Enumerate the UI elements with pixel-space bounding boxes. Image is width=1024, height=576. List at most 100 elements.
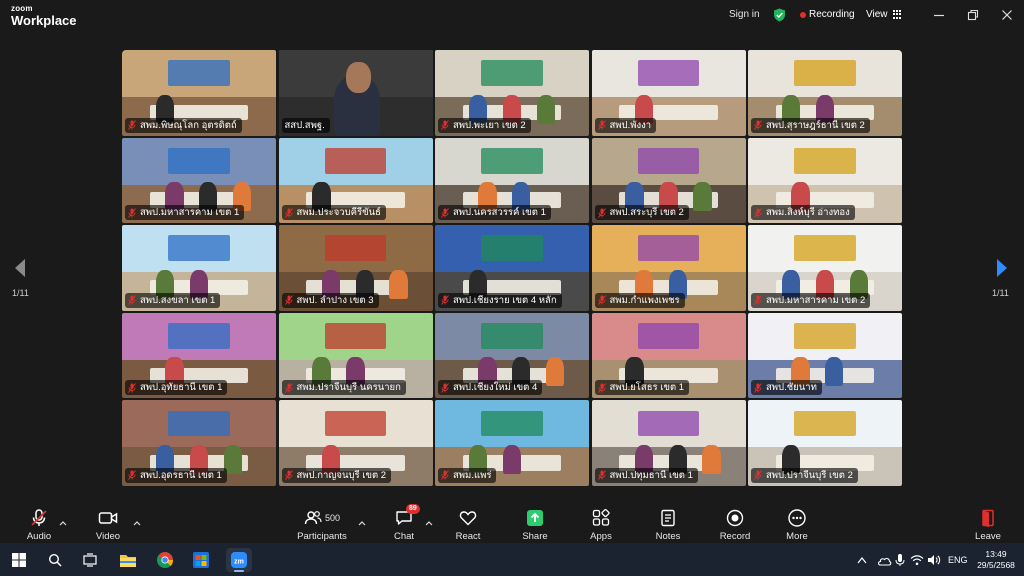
leave-label: Leave xyxy=(975,531,1001,542)
more-button[interactable]: More xyxy=(767,501,827,543)
muted-microphone-icon xyxy=(441,470,449,481)
participant-name: สพป.สงขลา เขต 1 xyxy=(140,294,216,306)
muted-microphone-icon xyxy=(284,295,293,306)
participants-options-caret-icon[interactable] xyxy=(358,513,366,526)
chat-label: Chat xyxy=(393,531,415,542)
room-banner xyxy=(481,323,543,349)
recording-indicator[interactable]: Recording xyxy=(800,9,855,20)
participant-video-tile[interactable]: สพป.นครสวรรค์ เขต 1 xyxy=(435,137,589,224)
participant-name-tag: สพป.ชัยนาท xyxy=(751,380,822,396)
room-banner xyxy=(324,235,387,262)
apps-button[interactable]: Apps xyxy=(571,501,631,543)
participant-name: สสป.สพฐ. xyxy=(284,119,325,131)
participant-name-tag: สพป. ลำปาง เขต 3 xyxy=(281,292,379,308)
participant-video-tile[interactable]: สพป.พะเยา เขต 2 xyxy=(435,50,589,136)
taskbar-clock[interactable]: 13:49 29/5/2568 xyxy=(974,549,1018,571)
share-button[interactable]: Share xyxy=(505,501,565,543)
leave-button[interactable]: Leave xyxy=(958,501,1018,543)
participant-name-tag: สพป.พังงา xyxy=(594,117,657,133)
participant-video-tile[interactable]: สพม.แพร่ xyxy=(435,400,589,486)
participant-video-tile[interactable]: สสป.สพฐ. xyxy=(278,50,433,136)
wifi-icon[interactable] xyxy=(909,549,925,571)
page-indicator-left: 1/11 xyxy=(12,288,29,298)
participant-video-tile[interactable]: สพป.สงขลา เขต 1 xyxy=(122,225,276,311)
record-button[interactable]: Record xyxy=(705,501,765,543)
search-icon[interactable] xyxy=(44,549,66,571)
muted-microphone-icon xyxy=(284,383,293,393)
view-button[interactable]: View xyxy=(866,9,902,20)
participant-name: สพม.พิษณุโลก อุตรดิตถ์ xyxy=(140,119,237,131)
close-icon[interactable] xyxy=(1000,8,1014,22)
file-explorer-icon[interactable] xyxy=(117,549,139,571)
restore-icon[interactable] xyxy=(966,8,980,22)
minimize-icon[interactable] xyxy=(932,8,946,22)
participant-video-tile[interactable]: สพป.พังงา xyxy=(591,50,746,136)
participant-name: สพม.สิงห์บุรี อ่างทอง xyxy=(766,207,850,219)
input-language[interactable]: ENG xyxy=(948,555,968,565)
participant-video-tile[interactable]: สพม.ประจวบคีรีขันธ์ xyxy=(278,137,433,224)
participant-video-tile[interactable]: สพม.พิษณุโลก อุตรดิตถ์ xyxy=(122,50,276,136)
participant-name: สพป.มหาสารคาม เขต 1 xyxy=(140,207,240,219)
tray-chevron-icon[interactable] xyxy=(855,549,869,571)
encryption-shield-icon[interactable] xyxy=(773,8,786,22)
sign-in-link[interactable]: Sign in xyxy=(729,9,760,20)
room-banner xyxy=(481,235,543,262)
microsoft-store-icon[interactable] xyxy=(190,549,212,571)
participant-video-tile[interactable]: สพม.กำแพงเพชร xyxy=(591,225,746,311)
participant-video-tile[interactable]: สพป. ลำปาง เขต 3 xyxy=(278,225,433,311)
participant-video-tile[interactable]: สพป.มหาสารคาม เขต 2 xyxy=(748,225,902,311)
participants-button[interactable]: 500 Participants xyxy=(292,501,352,543)
cloud-icon[interactable] xyxy=(876,549,892,571)
participant-figure xyxy=(693,182,712,212)
participant-video-tile[interactable]: สพป.เชียงใหม่ เขต 4 xyxy=(435,312,589,399)
next-page-arrow-icon[interactable] xyxy=(996,258,1008,278)
audio-options-caret-icon[interactable] xyxy=(59,513,67,526)
room-banner xyxy=(324,323,387,349)
participant-figure xyxy=(536,94,556,124)
participant-video-tile[interactable]: สพป.ปทุมธานี เขต 1 xyxy=(591,400,746,486)
react-button[interactable]: React xyxy=(438,501,498,543)
more-label: More xyxy=(786,531,808,542)
video-options-caret-icon[interactable] xyxy=(133,513,141,526)
leave-door-icon xyxy=(978,508,998,528)
participant-video-tile[interactable]: สพป.สุราษฎร์ธานี เขต 2 xyxy=(748,50,902,136)
gallery-grid-icon xyxy=(892,10,902,19)
video-button[interactable]: Video xyxy=(78,501,138,543)
participant-name: สพป.พังงา xyxy=(609,119,652,131)
participant-video-tile[interactable]: สพม.สิงห์บุรี อ่างทอง xyxy=(748,137,902,224)
participant-video-tile[interactable]: สพม.ปราจีนบุรี นครนายก xyxy=(278,312,433,399)
zoom-taskbar-icon[interactable]: zm xyxy=(226,548,252,572)
participant-video-tile[interactable]: สพป.มหาสารคาม เขต 1 xyxy=(122,137,276,224)
share-label: Share xyxy=(522,531,548,542)
room-banner xyxy=(168,323,230,349)
video-gallery: สพม.พิษณุโลก อุตรดิตถ์ สสป.สพฐ. สพป.พะเยา … xyxy=(122,50,902,488)
participant-video-tile[interactable]: สพป.ยโสธร เขต 1 xyxy=(591,312,746,399)
participant-name-tag: สพป.สระบุรี เขต 2 xyxy=(594,205,689,221)
participant-name: สพป.พะเยา เขต 2 xyxy=(453,119,526,131)
participant-video-tile[interactable]: สพป.กาญจนบุรี เขต 2 xyxy=(278,400,433,486)
muted-microphone-icon xyxy=(754,383,762,393)
apps-label: Apps xyxy=(590,531,612,542)
volume-icon[interactable] xyxy=(926,549,942,571)
chat-options-caret-icon[interactable] xyxy=(425,513,433,526)
participant-video-tile[interactable]: สพป.ปราจีนบุรี เขต 2 xyxy=(748,400,902,486)
previous-page-arrow-icon[interactable] xyxy=(14,258,26,278)
chrome-icon[interactable] xyxy=(154,549,176,571)
clock-time: 13:49 xyxy=(985,549,1007,559)
participant-video-tile[interactable]: สพป.เชียงราย เขต 4 หลัก xyxy=(435,225,589,311)
windows-start-icon[interactable] xyxy=(8,549,30,571)
room-banner xyxy=(637,147,700,174)
participant-video-tile[interactable]: สพป.อุทัยธานี เขต 1 xyxy=(122,312,276,399)
participant-video-tile[interactable]: สพป.สระบุรี เขต 2 xyxy=(591,137,746,224)
muted-microphone-icon xyxy=(284,470,293,481)
room-banner xyxy=(481,147,543,174)
participant-video-tile[interactable]: สพป.ชัยนาท xyxy=(748,312,902,399)
participant-video-tile[interactable]: สพป.อุดรธานี เขต 1 xyxy=(122,400,276,486)
task-view-icon[interactable] xyxy=(79,549,101,571)
participant-name: สพม.ประจวบคีรีขันธ์ xyxy=(296,207,381,219)
microphone-tray-icon[interactable] xyxy=(893,549,907,571)
participant-name-tag: สพป.ปราจีนบุรี เขต 2 xyxy=(751,467,858,483)
notes-button[interactable]: Notes xyxy=(638,501,698,543)
windows-taskbar: zm ENG xyxy=(0,543,1024,576)
room-banner xyxy=(794,235,856,262)
